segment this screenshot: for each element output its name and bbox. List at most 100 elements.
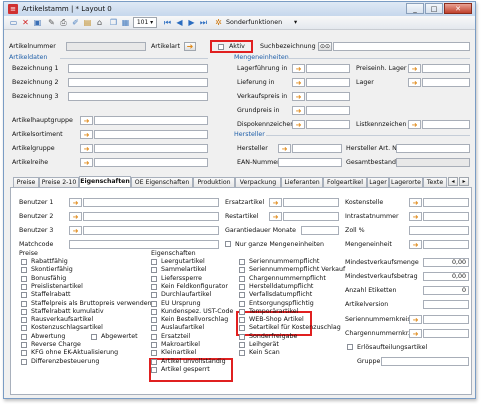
eigenschaft-option-checkbox[interactable] [151, 283, 157, 290]
hersteller-lookup-icon[interactable]: ➜ [278, 144, 291, 153]
special-functions-icon[interactable]: ✲ [213, 17, 224, 28]
previous-record-icon[interactable]: ◀ [174, 17, 185, 28]
aktiv-checkbox[interactable] [218, 44, 224, 50]
lager-lookup-icon[interactable]: ➜ [408, 78, 421, 87]
mengeneinheit-field[interactable] [423, 240, 469, 249]
next-record-icon[interactable]: ▶ [186, 17, 197, 28]
preise-option-checkbox[interactable] [21, 259, 27, 265]
preise-option-checkbox[interactable] [21, 300, 27, 307]
grundpreis-field[interactable] [306, 106, 350, 115]
chargennummernkreis-lookup-icon[interactable]: ➜ [409, 329, 422, 338]
artikelsortiment-lookup-icon[interactable]: ➜ [80, 130, 93, 139]
eigenschaft-option-2-checkbox[interactable] [239, 325, 245, 332]
tools-icon[interactable]: ✎ [46, 17, 57, 28]
edit-icon[interactable]: ✐ [70, 17, 81, 28]
nur-ganze-checkbox[interactable] [225, 241, 231, 247]
tab-lieferanten[interactable]: Lieferanten [281, 177, 323, 187]
hersteller-field[interactable] [292, 144, 342, 153]
window-icon[interactable]: ▦ [120, 17, 131, 28]
lagerfuehrung-field[interactable] [306, 64, 350, 73]
artikelhauptgruppe-field[interactable] [94, 116, 208, 125]
abgewertet-checkbox[interactable] [91, 333, 97, 340]
tab-produktion[interactable]: Produktion [193, 177, 235, 187]
eigenschaft-option-checkbox[interactable] [151, 275, 157, 282]
eigenschaft-option-checkbox[interactable] [151, 292, 157, 299]
suchbezeichnung-field[interactable] [333, 42, 470, 51]
preise-option-checkbox[interactable] [21, 267, 27, 274]
eigenschaft-option-2-checkbox[interactable] [239, 300, 245, 307]
erloesaufteilung-checkbox[interactable] [347, 344, 353, 350]
close-button[interactable]: ✕ [444, 3, 472, 14]
preiseinh-lager-field[interactable] [422, 64, 470, 73]
eigenschaft-option-2-checkbox[interactable] [239, 333, 245, 340]
tab-preise[interactable]: Preise [13, 177, 39, 187]
artikelnummer-field[interactable] [66, 42, 146, 51]
artikelgruppe-lookup-icon[interactable]: ➜ [80, 144, 93, 153]
lieferung-field[interactable] [306, 78, 350, 87]
eigenschaft-option-checkbox[interactable] [151, 259, 157, 265]
benutzer1-field[interactable] [83, 198, 219, 207]
save-icon[interactable]: ▣ [32, 17, 43, 28]
eigenschaft-option-checkbox[interactable] [151, 267, 157, 274]
eigenschaft-option-2-checkbox[interactable] [239, 292, 245, 299]
tab-scroll-right-icon[interactable]: ▸ [459, 177, 469, 186]
tab-oe-eigenschaften[interactable]: OE Eigenschaften [131, 177, 193, 187]
eigenschaft-option-2-checkbox[interactable] [239, 350, 245, 357]
preise-option-checkbox[interactable] [21, 283, 27, 290]
eigenschaft-option-checkbox[interactable] [151, 333, 157, 340]
eigenschaft-option-2-checkbox[interactable] [239, 275, 245, 282]
tab-folgeartikel[interactable]: Folgeartikel [323, 177, 367, 187]
matchcode-field[interactable] [69, 240, 219, 249]
lagerfuehrung-lookup-icon[interactable]: ➜ [292, 64, 305, 73]
listkennzeichen-field[interactable] [422, 120, 470, 129]
preise-option-checkbox[interactable] [21, 333, 27, 340]
attach-icon[interactable]: ⌂ [94, 17, 105, 28]
kostenstelle-field[interactable] [423, 198, 469, 207]
artikelreihe-lookup-icon[interactable]: ➜ [80, 158, 93, 167]
bezeichnung1-field[interactable] [68, 64, 208, 73]
eigenschaft-option-2-checkbox[interactable] [239, 342, 245, 348]
artikelhauptgruppe-lookup-icon[interactable]: ➜ [80, 116, 93, 125]
artikelreihe-field[interactable] [94, 158, 208, 167]
tab-preise-2-10[interactable]: Preise 2-10 [39, 177, 79, 187]
restartikel-field[interactable] [283, 212, 339, 221]
garantiedauer-field[interactable] [301, 226, 339, 235]
grundpreis-lookup-icon[interactable]: ➜ [292, 106, 305, 115]
chargennummernkreis-field[interactable] [423, 329, 469, 338]
artikelart-lookup-button[interactable]: ➜ [184, 42, 196, 51]
benutzer2-lookup-icon[interactable]: ➜ [69, 212, 82, 221]
anzahl-etiketten-field[interactable]: 0 [423, 286, 469, 295]
bezeichnung3-field[interactable] [68, 92, 208, 101]
preise-option-checkbox[interactable] [21, 275, 27, 282]
tab-scroll-left-icon[interactable]: ◂ [448, 177, 458, 186]
preise-option-checkbox[interactable] [21, 325, 27, 332]
eigenschaft-option-2-checkbox[interactable] [239, 308, 245, 315]
maximize-button[interactable]: □ [425, 3, 443, 14]
restartikel-lookup-icon[interactable]: ➜ [269, 212, 282, 221]
eigenschaft-option-checkbox[interactable] [151, 358, 157, 365]
eigenschaft-option-checkbox[interactable] [151, 325, 157, 332]
binoculars-icon[interactable]: ⊙⊙ [318, 42, 332, 51]
minimize-button[interactable]: _ [406, 3, 424, 14]
ersatzartikel-lookup-icon[interactable]: ➜ [269, 198, 282, 207]
preise-option-checkbox[interactable] [21, 358, 27, 365]
preise-option-checkbox[interactable] [21, 317, 27, 324]
artikelversion-field[interactable] [423, 300, 469, 309]
preise-option-checkbox[interactable] [21, 308, 27, 315]
chevron-down-icon[interactable]: ▾ [294, 19, 297, 26]
page-selector[interactable]: 101 ▾ [133, 17, 157, 28]
eigenschaft-option-checkbox[interactable] [151, 317, 157, 324]
benutzer2-field[interactable] [83, 212, 219, 221]
seriennummernkreis-lookup-icon[interactable]: ➜ [409, 315, 422, 324]
listkennzeichen-lookup-icon[interactable]: ➜ [408, 120, 421, 129]
verkaufspreis-field[interactable] [306, 92, 350, 101]
eigenschaft-option-2-checkbox[interactable] [239, 317, 245, 324]
delete-icon[interactable]: ✕ [20, 17, 31, 28]
benutzer3-lookup-icon[interactable]: ➜ [69, 226, 82, 235]
dispokennzeichen-lookup-icon[interactable]: ➜ [292, 120, 305, 129]
lager-field[interactable] [422, 78, 470, 87]
tab-lager[interactable]: Lager [367, 177, 389, 187]
preiseinh-lager-lookup-icon[interactable]: ➜ [408, 64, 421, 73]
tab-lagerorte[interactable]: Lagerorte [389, 177, 423, 187]
mindestverkaufsmenge-field[interactable]: 0,00 [423, 258, 469, 267]
